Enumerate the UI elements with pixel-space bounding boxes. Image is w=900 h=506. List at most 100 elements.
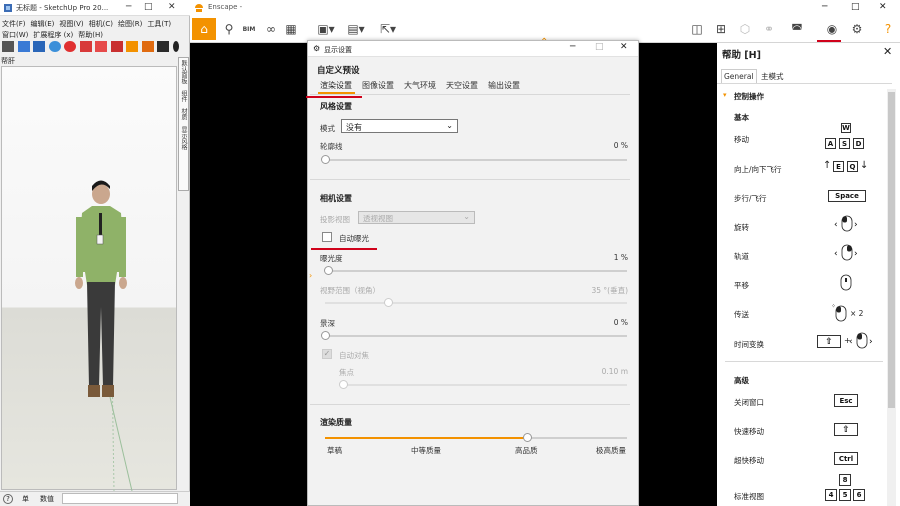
close-icon[interactable]: ✕: [883, 45, 892, 58]
maximize-button[interactable]: □: [144, 2, 153, 12]
minimize-button[interactable]: ─: [570, 42, 575, 52]
tab-render-settings[interactable]: 渲染设置: [320, 80, 352, 91]
panorama-icon[interactable]: ▤▾: [344, 18, 368, 40]
dof-slider-knob[interactable]: [321, 331, 330, 340]
clapper-icon[interactable]: ▦: [283, 18, 299, 40]
gear-icon[interactable]: ⚙: [847, 18, 867, 40]
quality-slider-knob[interactable]: [523, 433, 533, 442]
help-icon[interactable]: ?: [878, 18, 898, 40]
menu-draw[interactable]: 绘图(R): [118, 20, 142, 28]
maximize-button[interactable]: □: [851, 2, 860, 12]
fov-slider[interactable]: [325, 298, 627, 307]
autofocus-checkbox[interactable]: ✓: [322, 349, 332, 359]
focus-slider[interactable]: [339, 380, 627, 389]
close-button[interactable]: ✕: [168, 2, 176, 12]
menu-tools[interactable]: 工具(T): [147, 20, 171, 28]
quality-slider-fill: [325, 437, 528, 439]
side-tab-components[interactable]: 组件: [180, 90, 187, 102]
sync-icon[interactable]: [141, 41, 154, 52]
key-shift: ⇧: [834, 423, 858, 436]
camera-icon[interactable]: [110, 41, 123, 52]
view-icon[interactable]: ⚲: [220, 18, 238, 40]
focus-slider-knob[interactable]: [339, 380, 348, 389]
side-tab-materials[interactable]: 材质: [180, 108, 187, 120]
measurements-input[interactable]: [62, 493, 178, 504]
minimize-button[interactable]: ─: [822, 2, 827, 12]
chevron-right-icon[interactable]: ›: [309, 271, 312, 280]
exposure-slider-knob[interactable]: [324, 266, 334, 275]
arrow-down-icon: ↓: [860, 160, 869, 171]
key-space: Space: [828, 190, 866, 202]
menu-view[interactable]: 视图(V): [59, 20, 83, 28]
minimize-button[interactable]: ─: [126, 2, 131, 12]
dof-slider[interactable]: [321, 331, 627, 340]
divider: [310, 179, 630, 180]
menu-help[interactable]: 帮助(H): [78, 31, 103, 39]
menu-camera[interactable]: 相机(C): [89, 20, 113, 28]
help-panel: 帮助 [H] ✕ General 主模式 ▾ 控制操作 基本 移动 W A S …: [717, 43, 900, 506]
collapse-arrow-icon[interactable]: ▾: [723, 91, 727, 99]
pan-label: 平移: [734, 281, 749, 290]
gear-red-icon[interactable]: [79, 41, 92, 52]
exposure-slider[interactable]: [324, 266, 627, 275]
asset-library-icon[interactable]: ⊞: [712, 18, 730, 40]
measurements-label: 数值: [40, 495, 54, 503]
record-icon[interactable]: [64, 41, 77, 52]
export-icon[interactable]: [95, 41, 108, 52]
highlight-underline: [306, 96, 362, 98]
cube-icon[interactable]: ⬡: [736, 18, 754, 40]
help-circle-icon[interactable]: ?: [3, 494, 13, 504]
help-scrollbar-thumb[interactable]: [888, 92, 895, 408]
help-scrollbar[interactable]: [887, 89, 896, 506]
tab-main-mode[interactable]: 主模式: [761, 71, 784, 82]
maximize-button[interactable]: □: [595, 42, 604, 52]
tab-sky[interactable]: 天空设置: [446, 80, 478, 91]
outline-slider-knob[interactable]: [321, 155, 330, 164]
enscape-start-icon[interactable]: [126, 41, 139, 52]
menu-window[interactable]: 窗口(W): [2, 31, 28, 39]
map-icon[interactable]: ◫: [688, 18, 706, 40]
screenshot-icon[interactable]: ▣▾: [314, 18, 338, 40]
mode-select[interactable]: 没有 ⌄: [341, 119, 458, 133]
side-tab-styles[interactable]: 显示风格: [180, 126, 187, 150]
key-esc: Esc: [834, 394, 858, 407]
auto-exposure-checkbox[interactable]: [322, 232, 332, 242]
outline-slider[interactable]: [321, 155, 627, 164]
menu-file[interactable]: 文件(F): [2, 20, 26, 28]
more-icon[interactable]: [173, 41, 180, 52]
home-icon[interactable]: ⌂: [192, 18, 216, 40]
settings-icon[interactable]: [157, 41, 170, 52]
menu-edit[interactable]: 编辑(E): [31, 20, 55, 28]
target-icon[interactable]: [48, 41, 61, 52]
side-tab-default-tray[interactable]: 默认面板: [180, 60, 187, 84]
quality-slider[interactable]: [325, 433, 627, 442]
mouse-double-click-icon: ⁘: [831, 303, 847, 322]
swap-icon[interactable]: [33, 41, 46, 52]
menu-extensions[interactable]: 扩展程序 (x): [33, 31, 73, 39]
clapper-icon[interactable]: [2, 41, 14, 52]
bim-icon[interactable]: BIM: [241, 18, 257, 40]
close-button[interactable]: ✕: [620, 42, 628, 52]
fov-slider-knob[interactable]: [384, 298, 394, 307]
vr-icon[interactable]: ◚: [788, 18, 806, 40]
tab-general[interactable]: General: [721, 69, 757, 83]
sketchup-logo-icon: [3, 3, 13, 13]
binoculars-icon[interactable]: ∞: [262, 18, 280, 40]
advanced-heading: 高级: [734, 376, 749, 385]
projection-value: 透视视图: [363, 214, 393, 223]
collab-icon[interactable]: ⚭: [760, 18, 778, 40]
enscape-title-bar: Enscape - ─ □ ✕: [190, 0, 900, 16]
close-button[interactable]: ✕: [879, 2, 887, 12]
eye-icon[interactable]: ◉: [822, 18, 842, 40]
tab-image-settings[interactable]: 图像设置: [362, 80, 394, 91]
tab-output[interactable]: 输出设置: [488, 80, 520, 91]
tab-atmosphere[interactable]: 大气环境: [404, 80, 436, 91]
shift-plus-mouse-icon: ‹ ›: [849, 332, 873, 349]
export-icon[interactable]: ⇱▾: [376, 18, 400, 40]
sketchup-viewport[interactable]: [1, 66, 177, 491]
monitor-icon[interactable]: [17, 41, 30, 52]
exposure-value: 1 %: [613, 253, 628, 262]
autofocus-label: 自动对焦: [339, 351, 369, 360]
projection-select[interactable]: 透视视图 ⌄: [358, 211, 475, 224]
svg-text:⁘: ⁘: [831, 303, 836, 310]
